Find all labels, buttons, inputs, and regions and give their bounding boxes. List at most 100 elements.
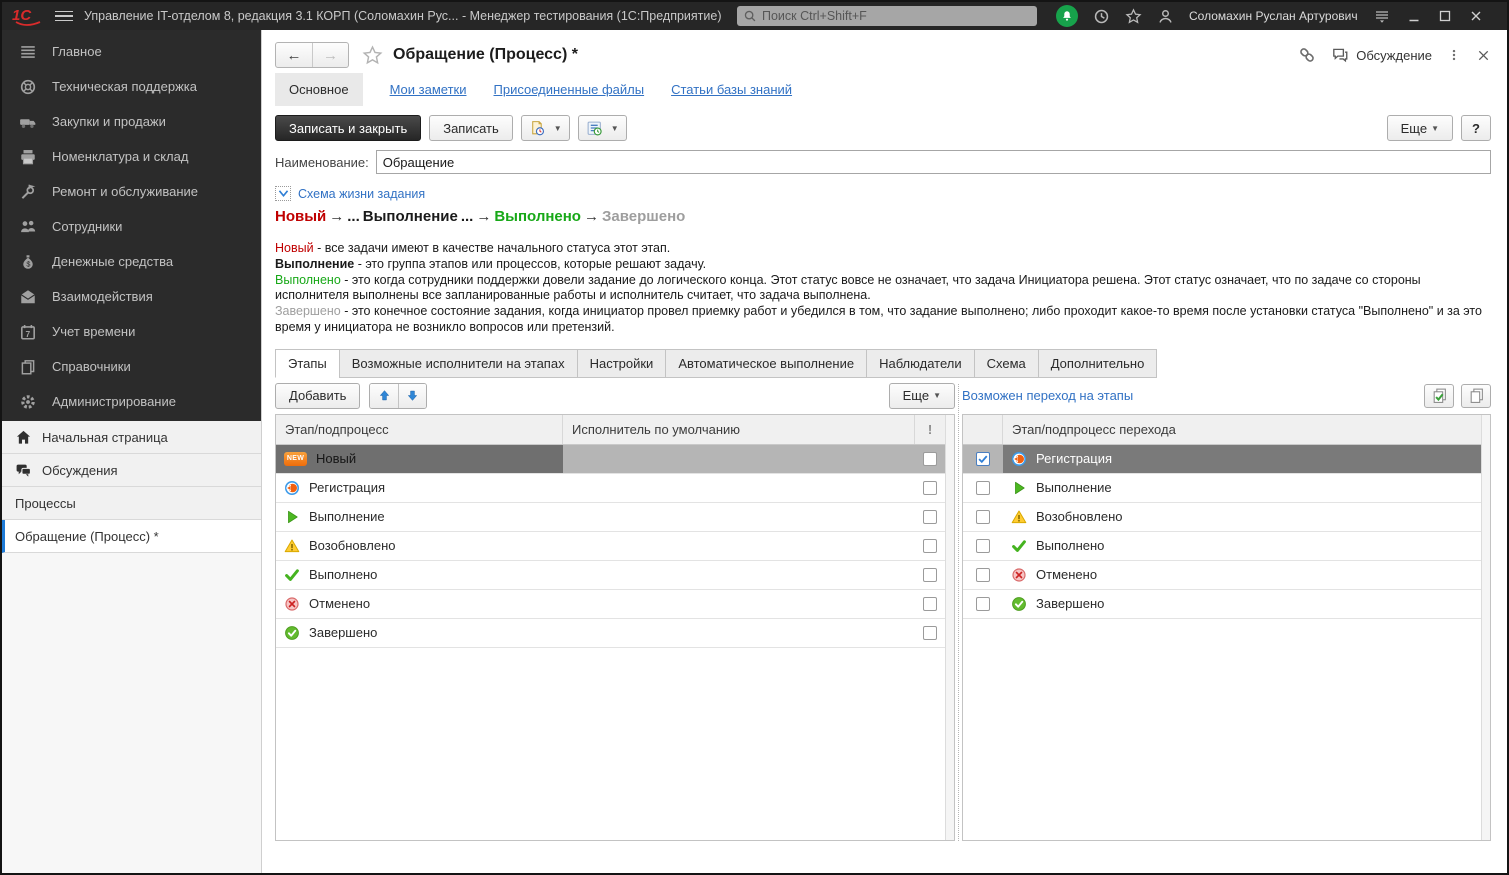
transition-checkbox[interactable] [976, 568, 990, 582]
save-button[interactable]: Записать [429, 115, 513, 141]
open-window-request-process[interactable]: Обращение (Процесс) * [2, 520, 261, 553]
priority-checkbox[interactable] [923, 597, 937, 611]
create-based-on-button[interactable]: ▼ [521, 115, 570, 141]
table-row[interactable]: Завершено [276, 619, 945, 648]
table-row[interactable]: Регистрация [276, 474, 945, 503]
move-up-button[interactable] [370, 384, 398, 408]
sidebar-item-references[interactable]: Справочники [2, 349, 261, 384]
copy-link-icon[interactable] [1298, 46, 1316, 64]
panel-splitter[interactable] [955, 378, 962, 841]
table-row[interactable]: Выполнение [276, 503, 945, 532]
lifecycle-description: Завершено - это конечное состояние задан… [275, 304, 1491, 336]
sidebar-item-label: Техническая поддержка [52, 79, 197, 94]
current-user-name[interactable]: Соломахин Руслан Артурович [1189, 9, 1358, 23]
tab-0[interactable]: Этапы [275, 349, 339, 378]
sidebar-item-administration[interactable]: Администрирование [2, 384, 261, 419]
close-window-icon[interactable] [1468, 8, 1484, 24]
priority-checkbox[interactable] [923, 481, 937, 495]
check-all-button[interactable] [1424, 384, 1454, 408]
table-row[interactable]: Отменено [276, 590, 945, 619]
back-button[interactable]: ← [276, 43, 312, 67]
stage-cell: Возобновлено [276, 532, 563, 560]
add-button[interactable]: Добавить [275, 383, 360, 409]
minimize-icon[interactable] [1406, 8, 1422, 24]
priority-checkbox[interactable] [923, 452, 937, 466]
scrollbar-gutter[interactable] [945, 415, 954, 840]
tab-3[interactable]: Автоматическое выполнение [665, 349, 866, 378]
sidebar-sections: Главное Техническая поддержка Закупки и пр… [2, 30, 261, 421]
titlebar-actions: Соломахин Руслан Артурович [1056, 5, 1484, 27]
sidebar-item-money[interactable]: $Денежные средства [2, 244, 261, 279]
tab-6[interactable]: Дополнительно [1038, 349, 1158, 378]
table-row[interactable]: Выполнено [963, 532, 1481, 561]
sidebar-item-interactions[interactable]: Взаимодействия [2, 279, 261, 314]
calendar-icon: 7 [19, 323, 37, 341]
sidebar-item-employees[interactable]: Сотрудники [2, 209, 261, 244]
save-close-button[interactable]: Записать и закрыть [275, 115, 421, 141]
transitions-title: Возможен переход на этапы [962, 388, 1133, 403]
sidebar-item-repair-service[interactable]: Ремонт и обслуживание [2, 174, 261, 209]
sidebar-item-tech-support[interactable]: Техническая поддержка [2, 69, 261, 104]
global-search-input[interactable]: Поиск Ctrl+Shift+F [737, 6, 1037, 26]
sidebar-item-purchases-sales[interactable]: Закупки и продажи [2, 104, 261, 139]
move-down-button[interactable] [398, 384, 426, 408]
open-window-home[interactable]: Начальная страница [2, 421, 261, 454]
stage-label: Выполнено [309, 567, 377, 582]
close-form-icon[interactable] [1476, 48, 1491, 63]
sidebar-item-main[interactable]: Главное [2, 34, 261, 69]
history-icon[interactable] [1093, 8, 1110, 25]
lifebuoy-icon [19, 78, 37, 96]
tab-5[interactable]: Схема [974, 349, 1038, 378]
open-window-discussions[interactable]: Обсуждения [2, 454, 261, 487]
forward-button[interactable]: → [312, 43, 348, 67]
name-input[interactable] [376, 150, 1491, 174]
table-row[interactable]: NEWНовый [276, 445, 945, 474]
nav-tab-main[interactable]: Основное [275, 73, 363, 106]
main-menu-icon[interactable] [55, 11, 73, 22]
scrollbar-gutter[interactable] [1481, 415, 1490, 840]
table-row[interactable]: Отменено [963, 561, 1481, 590]
lifecycle-toggle[interactable]: Схема жизни задания [275, 186, 1491, 201]
maximize-icon[interactable] [1437, 8, 1453, 24]
sidebar-item-nomenclature-warehouse[interactable]: Номенклатура и склад [2, 139, 261, 174]
priority-checkbox[interactable] [923, 510, 937, 524]
more-menu-icon[interactable] [1447, 47, 1461, 63]
transition-checkbox[interactable] [976, 597, 990, 611]
transition-checkbox[interactable] [976, 510, 990, 524]
transitions-table: Этап/подпроцесс перехода РегистрацияВыпо… [962, 414, 1491, 841]
favorite-star-icon[interactable] [362, 45, 383, 66]
transition-checkbox[interactable] [976, 539, 990, 553]
table-row[interactable]: Возобновлено [963, 503, 1481, 532]
service-menu-icon[interactable] [1373, 8, 1391, 24]
warning-icon [1011, 509, 1027, 525]
help-button[interactable]: ? [1461, 115, 1491, 141]
transition-checkbox[interactable] [976, 452, 990, 466]
uncheck-all-button[interactable] [1461, 384, 1491, 408]
table-row[interactable]: Завершено [963, 590, 1481, 619]
lifecycle-toggle-label: Схема жизни задания [298, 187, 425, 201]
sidebar-item-time-tracking[interactable]: 7Учет времени [2, 314, 261, 349]
table-row[interactable]: Выполнено [276, 561, 945, 590]
priority-checkbox[interactable] [923, 568, 937, 582]
table-row[interactable]: Выполнение [963, 474, 1481, 503]
open-window-processes[interactable]: Процессы [2, 487, 261, 520]
table-row[interactable]: Регистрация [963, 445, 1481, 474]
nav-tab-1[interactable]: Мои заметки [390, 82, 467, 97]
stages-more-button[interactable]: Еще▼ [889, 383, 955, 409]
discussion-button[interactable]: Обсуждение [1331, 46, 1432, 64]
table-row[interactable]: Возобновлено [276, 532, 945, 561]
lifecycle-text: - это конечное состояние задания, когда … [275, 304, 1482, 334]
nav-tab-3[interactable]: Статьи базы знаний [671, 82, 792, 97]
favorites-star-icon[interactable] [1125, 8, 1142, 25]
form-more-button[interactable]: Еще▼ [1387, 115, 1453, 141]
notifications-bell-icon[interactable] [1056, 5, 1078, 27]
tab-2[interactable]: Настройки [577, 349, 666, 378]
user-icon[interactable] [1157, 8, 1174, 25]
nav-tab-2[interactable]: Присоединенные файлы [494, 82, 645, 97]
priority-checkbox[interactable] [923, 626, 937, 640]
tab-4[interactable]: Наблюдатели [866, 349, 974, 378]
tab-1[interactable]: Возможные исполнители на этапах [339, 349, 577, 378]
transition-checkbox[interactable] [976, 481, 990, 495]
reports-button[interactable]: ▼ [578, 115, 627, 141]
priority-checkbox[interactable] [923, 539, 937, 553]
